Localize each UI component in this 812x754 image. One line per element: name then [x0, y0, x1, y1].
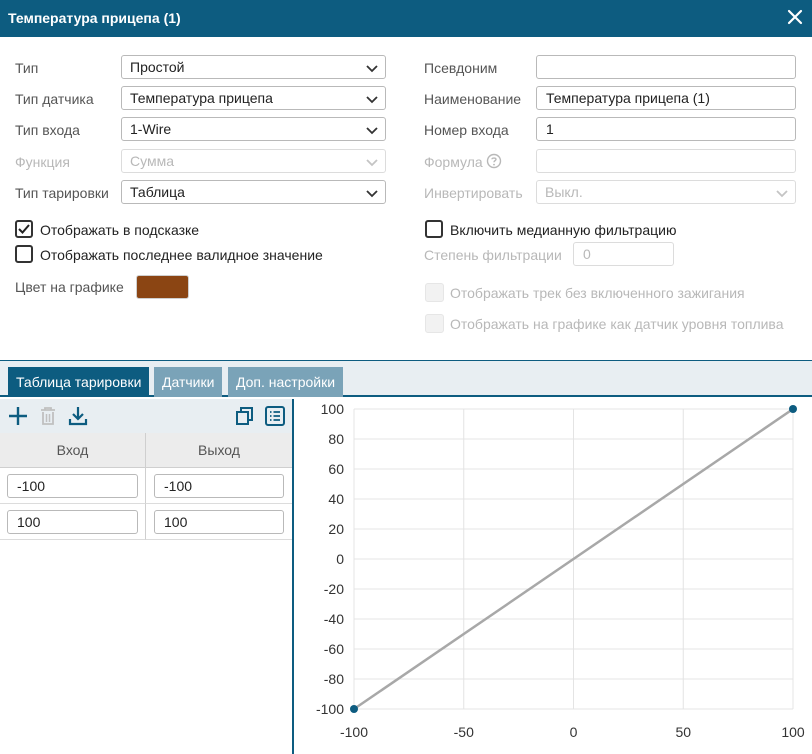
y-tick-label: -80 — [324, 671, 344, 687]
chevron-down-icon — [365, 155, 379, 169]
formula-label: Формула — [424, 154, 483, 170]
tab-calibration-table[interactable]: Таблица тарировки — [8, 367, 150, 397]
show-last-valid-checkbox[interactable] — [15, 245, 33, 263]
y-tick-label: -40 — [324, 611, 344, 627]
filter-degree-label: Степень фильтрации — [424, 247, 562, 263]
invert-select-value: Выкл. — [545, 184, 583, 200]
copy-icon[interactable] — [234, 405, 256, 427]
name-label: Наименование — [424, 91, 522, 107]
help-icon — [486, 153, 502, 169]
sensor-type-select[interactable]: Температура прицепа — [121, 86, 386, 110]
type-select[interactable]: Простой — [121, 55, 386, 79]
y-tick-label: 0 — [336, 551, 344, 567]
y-tick-label: 80 — [328, 431, 344, 447]
graph-color-swatch[interactable] — [136, 275, 189, 299]
sensor-type-label: Тип датчика — [15, 91, 94, 107]
download-icon[interactable] — [67, 405, 89, 427]
column-header-input: Вход — [0, 433, 146, 468]
input-type-select-value: 1-Wire — [130, 121, 172, 137]
graph-color-label: Цвет на графике — [15, 279, 124, 295]
chevron-down-icon — [365, 123, 379, 137]
checkmark-icon — [18, 224, 30, 234]
calibration-type-label: Тип тарировки — [15, 185, 109, 201]
track-without-ignition-label: Отображать трек без включенного зажигани… — [450, 285, 745, 301]
filter-degree-input: 0 — [573, 242, 674, 266]
type-label: Тип — [15, 60, 39, 76]
table-row-2-input-cell: 100 — [0, 504, 146, 540]
table-row-2-output-cell: 100 — [146, 504, 293, 540]
window-title: Температура прицепа (1) — [8, 10, 181, 26]
table-row-1-input-cell: -100 — [0, 468, 146, 504]
input-number-input[interactable]: 1 — [536, 117, 796, 141]
function-select-value: Сумма — [130, 153, 174, 169]
tab-strip: Таблица тарировки Датчики Доп. настройки — [0, 360, 812, 397]
chevron-down-icon — [365, 61, 379, 75]
track-without-ignition-checkbox — [425, 283, 444, 302]
column-header-output: Выход — [146, 433, 293, 468]
sensor-type-select-value: Температура прицепа — [130, 90, 273, 106]
input-number-label: Номер входа — [424, 122, 509, 138]
window-titlebar: Температура прицепа (1) — [0, 0, 812, 37]
plus-icon[interactable] — [7, 405, 29, 427]
table-toolbar — [0, 399, 293, 433]
input-type-select[interactable]: 1-Wire — [121, 117, 386, 141]
function-select: Сумма — [121, 149, 386, 173]
chart-svg: -100 -80 -60 -40 -20 0 20 40 60 80 100 -100 -50 0 50 10… — [316, 401, 805, 740]
median-filter-label: Включить медианную фильтрацию — [450, 222, 677, 238]
tab-extra-settings[interactable]: Доп. настройки — [228, 367, 344, 397]
show-as-fuel-label: Отображать на графике как датчик уровня … — [450, 316, 784, 332]
calibration-chart: -100 -80 -60 -40 -20 0 20 40 60 80 100 -100 -50 0 50 10… — [294, 399, 812, 754]
x-tick-label: 100 — [781, 724, 805, 740]
data-point — [350, 705, 358, 713]
y-tick-label: 40 — [328, 491, 344, 507]
calibration-type-select[interactable]: Таблица — [121, 180, 386, 204]
function-label: Функция — [15, 154, 70, 170]
alias-label: Псевдоним — [424, 60, 498, 76]
x-tick-label: 0 — [570, 724, 578, 740]
input-type-label: Тип входа — [15, 122, 80, 138]
tab-sensors[interactable]: Датчики — [154, 367, 223, 397]
show-last-valid-label: Отображать последнее валидное значение — [40, 247, 323, 263]
y-tick-label: -60 — [324, 641, 344, 657]
alias-input[interactable] — [536, 55, 796, 79]
x-tick-label: 50 — [675, 724, 691, 740]
chevron-down-icon — [775, 186, 789, 200]
row-1-output-field[interactable]: -100 — [154, 474, 284, 498]
median-filter-checkbox[interactable] — [425, 220, 443, 238]
y-tick-label: 20 — [328, 521, 344, 537]
x-tick-label: -50 — [454, 724, 474, 740]
table-row-1-output-cell: -100 — [146, 468, 293, 504]
row-1-input-field[interactable]: -100 — [7, 474, 138, 498]
chevron-down-icon — [365, 186, 379, 200]
y-tick-label: 60 — [328, 461, 344, 477]
formula-input — [536, 149, 796, 173]
row-2-input-field[interactable]: 100 — [7, 510, 138, 534]
invert-select: Выкл. — [536, 180, 796, 204]
row-2-output-field[interactable]: 100 — [154, 510, 284, 534]
list-icon[interactable] — [264, 405, 286, 427]
name-input[interactable]: Температура прицепа (1) — [536, 86, 796, 110]
close-icon[interactable] — [786, 8, 804, 26]
data-point — [789, 405, 797, 413]
show-in-tooltip-checkbox[interactable] — [15, 220, 33, 238]
chevron-down-icon — [365, 92, 379, 106]
show-in-tooltip-label: Отображать в подсказке — [40, 222, 200, 238]
y-tick-label: -20 — [324, 581, 344, 597]
invert-label: Инвертировать — [424, 185, 523, 201]
trash-icon — [37, 405, 59, 427]
x-tick-label: -100 — [340, 724, 368, 740]
show-as-fuel-checkbox — [425, 314, 444, 333]
y-tick-label: -100 — [316, 701, 344, 717]
y-tick-label: 100 — [321, 401, 345, 417]
calibration-type-select-value: Таблица — [130, 184, 185, 200]
type-select-value: Простой — [130, 59, 185, 75]
